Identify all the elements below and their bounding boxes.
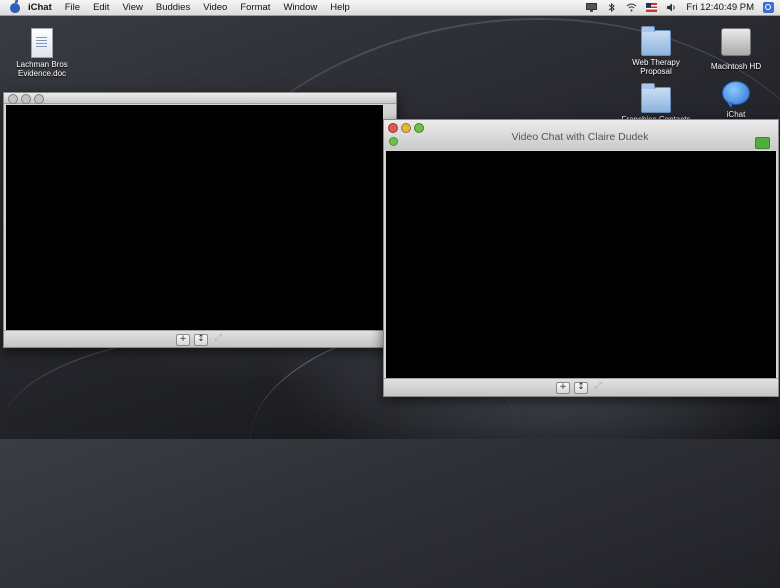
zoom-button[interactable] [34,94,44,104]
desktop-icon-label: iChat [726,110,746,119]
apple-menu-icon[interactable] [10,0,20,13]
folder-icon [641,26,671,56]
volume-icon[interactable] [666,3,677,12]
desktop-icon-macintosh-hd[interactable]: Macintosh HD [696,28,776,71]
mute-button[interactable]: ↕ [194,334,208,346]
menu-format[interactable]: Format [240,2,270,13]
add-participant-button[interactable]: + [176,334,190,346]
menu-bar: iChat File Edit View Buddies Video Forma… [0,0,780,16]
folder-icon [641,83,671,113]
bluetooth-icon[interactable] [606,3,617,12]
desktop-icon-label: Lachman Bros Evidence.doc [16,60,68,78]
menubar-clock[interactable]: Fri 12:40:49 PM [686,2,754,13]
desktop-icon-web-therapy-proposal[interactable]: Web Therapy Proposal [616,26,696,76]
us-flag-icon[interactable] [646,3,658,12]
video-feed-area [6,105,383,330]
video-preview-window: + ↕ ⤢ [3,92,397,348]
menu-app-name[interactable]: iChat [28,2,52,13]
display-icon[interactable] [586,3,598,12]
window-title: Video Chat with Claire Dudek [511,131,649,143]
document-icon [31,28,53,58]
fullscreen-button[interactable]: ⤢ [592,382,604,392]
fullscreen-button[interactable]: ⤢ [212,334,224,344]
menu-video[interactable]: Video [203,2,227,13]
camera-icon[interactable] [755,137,770,149]
menu-help[interactable]: Help [330,2,350,13]
wifi-icon[interactable] [626,3,637,12]
add-participant-button[interactable]: + [556,382,570,394]
menu-window[interactable]: Window [283,2,317,13]
spotlight-search-icon[interactable] [763,2,774,13]
video-controls-bar: + ↕ ⤢ [4,330,396,347]
minimize-button[interactable] [21,94,31,104]
window-titlebar[interactable]: Video Chat with Claire Dudek [384,120,778,150]
video-controls-bar: + ↕ ⤢ [384,378,778,396]
menu-edit[interactable]: Edit [93,2,109,13]
desktop-icon-ichat[interactable]: iChat [696,81,776,119]
video-feed-area [386,151,776,378]
hard-drive-icon [721,28,751,56]
mute-button[interactable]: ↕ [574,382,588,394]
close-button[interactable] [8,94,18,104]
desktop-icon-evidence-doc[interactable]: Lachman Bros Evidence.doc [2,28,82,78]
ichat-icon [722,81,750,108]
desktop-icon-label: Web Therapy Proposal [632,58,680,76]
menu-file[interactable]: File [65,2,80,13]
video-chat-window: Video Chat with Claire Dudek + ↕ ⤢ [383,119,779,397]
menu-view[interactable]: View [122,2,142,13]
window-titlebar[interactable] [4,93,396,104]
desktop-icon-label: Macintosh HD [710,62,762,71]
status-available-icon [389,137,398,146]
menu-buddies[interactable]: Buddies [156,2,190,13]
